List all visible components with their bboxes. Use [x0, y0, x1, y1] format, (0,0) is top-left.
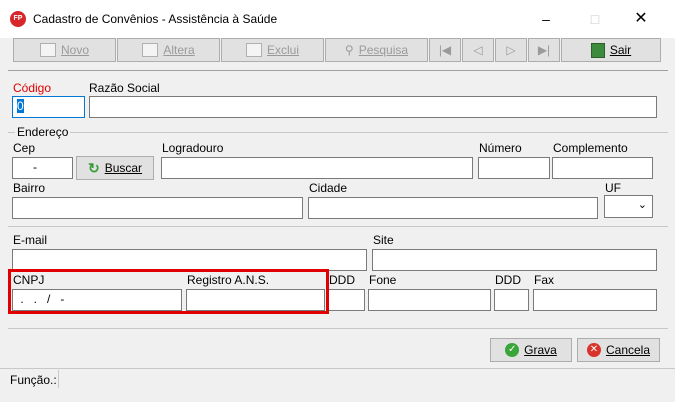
uf-select[interactable]: ⌄ [604, 195, 653, 218]
ddd-fone-label: DDD [329, 273, 355, 287]
check-icon: ✓ [505, 343, 520, 357]
separator [8, 70, 668, 71]
minimize-icon[interactable]: – [535, 8, 557, 30]
complemento-label: Complemento [553, 141, 628, 155]
bairro-label: Bairro [13, 181, 46, 195]
refresh-icon: ↻ [87, 159, 100, 176]
prev-record-button[interactable]: ◁ [462, 38, 494, 62]
site-input[interactable] [372, 249, 657, 271]
ddd-fax-label: DDD [495, 273, 521, 287]
email-input[interactable] [12, 249, 367, 271]
funcao-status: Função.: [10, 373, 57, 387]
next-record-icon: ▷ [506, 43, 516, 57]
delete-document-icon [245, 43, 262, 57]
maximize-icon[interactable]: □ [584, 8, 606, 30]
novo-button[interactable]: Novo [13, 38, 116, 62]
fone-input[interactable] [368, 289, 491, 311]
altera-button[interactable]: Altera [117, 38, 220, 62]
numero-input[interactable] [478, 157, 550, 179]
last-record-icon: ▶| [537, 43, 551, 57]
uf-label: UF [605, 181, 621, 195]
highlight-box [8, 269, 329, 314]
codigo-label: Código [13, 81, 52, 95]
first-record-icon: |◀ [438, 43, 452, 57]
cep-label: Cep [13, 141, 36, 155]
cancela-button[interactable]: ✕ Cancela [577, 338, 660, 362]
site-label: Site [373, 233, 394, 247]
razao-social-input[interactable] [89, 96, 657, 118]
pesquisa-button[interactable]: ⚲ Pesquisa [325, 38, 428, 62]
close-icon[interactable]: ✕ [630, 8, 652, 30]
toolbar: Novo Altera Exclui ⚲ Pesquisa |◀ ◁ ▷ ▶| … [8, 38, 668, 64]
codigo-input[interactable]: 0 [12, 96, 85, 118]
fone-label: Fone [369, 273, 397, 287]
search-icon: ⚲ [344, 43, 354, 57]
razao-social-label: Razão Social [89, 81, 160, 95]
status-divider [58, 370, 59, 388]
separator [0, 368, 675, 369]
fax-label: Fax [534, 273, 555, 287]
app-logo-icon: FP [10, 11, 26, 27]
separator [8, 328, 668, 329]
ddd-fone-input[interactable] [328, 289, 365, 311]
edit-document-icon [142, 43, 159, 57]
email-label: E-mail [13, 233, 48, 247]
separator [8, 226, 668, 227]
logradouro-input[interactable] [161, 157, 473, 179]
sair-button[interactable]: Sair [561, 38, 661, 62]
buscar-button[interactable]: ↻ Buscar [76, 156, 154, 180]
endereco-label: Endereço [15, 125, 71, 139]
exclui-button[interactable]: Exclui [221, 38, 324, 62]
exit-door-icon [590, 42, 605, 58]
cidade-input[interactable] [308, 197, 598, 219]
cep-input[interactable]: - [12, 157, 73, 179]
chevron-down-icon: ⌄ [637, 199, 647, 211]
numero-label: Número [479, 141, 522, 155]
ddd-fax-input[interactable] [494, 289, 529, 311]
window-title: Cadastro de Convênios - Assistência à Sa… [33, 12, 278, 26]
cancel-icon: ✕ [586, 343, 601, 357]
first-record-button[interactable]: |◀ [429, 38, 461, 62]
new-document-icon [39, 43, 56, 57]
next-record-button[interactable]: ▷ [495, 38, 527, 62]
logradouro-label: Logradouro [162, 141, 224, 155]
cidade-label: Cidade [309, 181, 348, 195]
grava-button[interactable]: ✓ Grava [490, 338, 572, 362]
prev-record-icon: ◁ [473, 43, 483, 57]
fax-input[interactable] [533, 289, 657, 311]
last-record-button[interactable]: ▶| [528, 38, 560, 62]
bairro-input[interactable] [12, 197, 303, 219]
complemento-input[interactable] [552, 157, 653, 179]
